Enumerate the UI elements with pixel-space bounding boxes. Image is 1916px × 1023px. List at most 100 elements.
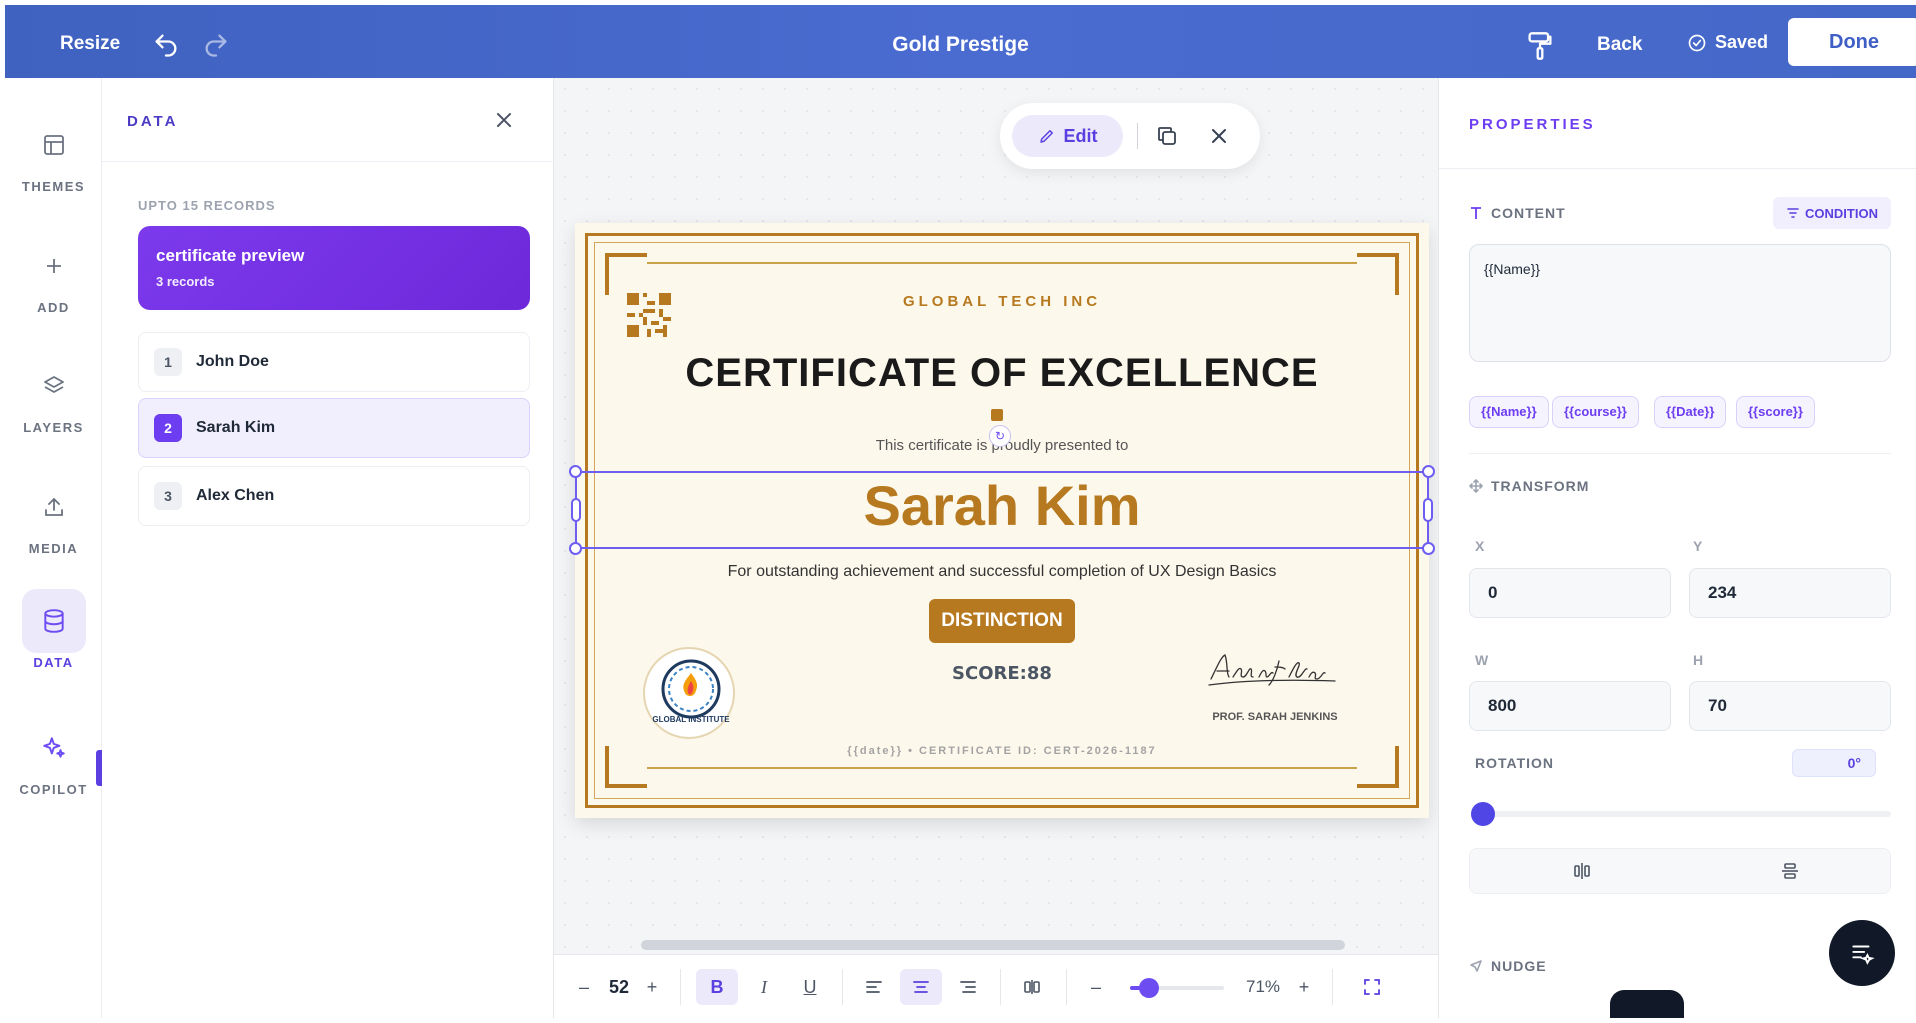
resize-handle[interactable] xyxy=(1422,465,1435,478)
height-input[interactable]: 70 xyxy=(1689,681,1891,731)
record-index: 1 xyxy=(154,348,182,376)
close-icon[interactable] xyxy=(1207,124,1231,148)
seal-text: GLOBAL INSTITUTE xyxy=(652,715,730,724)
distribute-icon[interactable] xyxy=(1012,969,1052,1005)
y-input[interactable]: 234 xyxy=(1689,568,1891,618)
certificate[interactable]: GLOBAL TECH INC CERTIFICATE OF EXCELLENC… xyxy=(569,223,1435,818)
upload-icon xyxy=(22,475,86,539)
align-vertical-center-icon[interactable] xyxy=(1780,861,1800,881)
zoom-slider-thumb[interactable] xyxy=(1138,978,1159,998)
align-horizontal-center-icon[interactable] xyxy=(1572,861,1592,881)
institute-seal[interactable]: GLOBAL INSTITUTE xyxy=(643,647,735,739)
horizontal-scrollbar[interactable] xyxy=(641,940,1345,950)
toolbar-divider xyxy=(1066,969,1067,1005)
resize-handle[interactable] xyxy=(569,465,582,478)
nudge-label: NUDGE xyxy=(1491,958,1547,974)
zoom-slider[interactable] xyxy=(1130,978,1224,998)
list-settings-icon xyxy=(1849,940,1875,966)
variable-chip[interactable]: {{course}} xyxy=(1552,396,1639,428)
distinction-badge[interactable]: DISTINCTION xyxy=(929,599,1075,643)
rotation-input[interactable]: 0° xyxy=(1792,749,1876,777)
move-icon xyxy=(1469,479,1483,493)
floating-toolbar: Edit xyxy=(1000,103,1260,169)
resize-handle[interactable] xyxy=(571,498,581,522)
zoom-out-button[interactable]: – xyxy=(1084,969,1108,1005)
condition-label: CONDITION xyxy=(1805,205,1878,221)
record-row[interactable]: 3 Alex Chen xyxy=(138,466,530,526)
rotate-handle-icon[interactable]: ↻ xyxy=(989,425,1011,447)
rail-item-themes[interactable]: THEMES xyxy=(5,113,102,194)
align-left-icon[interactable] xyxy=(854,969,894,1005)
edit-label: Edit xyxy=(1063,125,1098,146)
resize-handle[interactable] xyxy=(1422,542,1435,555)
achievement-text[interactable]: For outstanding achievement and successf… xyxy=(575,563,1429,581)
bold-button[interactable]: B xyxy=(696,969,738,1005)
saved-status: Saved xyxy=(1687,32,1768,53)
toolbar-divider xyxy=(1000,969,1001,1005)
rail-item-layers[interactable]: LAYERS xyxy=(5,354,102,435)
record-index: 2 xyxy=(154,414,182,442)
decrease-font-size-button[interactable]: – xyxy=(572,969,596,1005)
italic-button[interactable]: I xyxy=(744,969,784,1005)
certificate-footer[interactable]: {{date}} • CERTIFICATE ID: CERT-2026-118… xyxy=(575,745,1429,757)
back-button[interactable]: Back xyxy=(1597,34,1642,56)
rotation-slider-thumb[interactable] xyxy=(1471,802,1495,826)
width-input[interactable]: 800 xyxy=(1469,681,1671,731)
record-row[interactable]: 1 John Doe xyxy=(138,332,530,392)
format-painter-icon[interactable] xyxy=(1526,31,1554,61)
rail-item-copilot[interactable]: COPILOT xyxy=(5,716,102,797)
zoom-level: 71% xyxy=(1245,977,1281,996)
rail-item-add[interactable]: ADD xyxy=(5,234,102,315)
variable-chip[interactable]: {{score}} xyxy=(1736,396,1815,428)
increase-font-size-button[interactable]: + xyxy=(640,969,664,1005)
quick-actions-button[interactable] xyxy=(1829,920,1895,986)
content-textarea[interactable]: {{Name}} xyxy=(1469,244,1891,362)
condition-button[interactable]: CONDITION xyxy=(1773,197,1891,229)
signer-name[interactable]: PROF. SARAH JENKINS xyxy=(1195,711,1355,723)
top-bar: Resize Gold Prestige Back Saved Done xyxy=(5,5,1916,78)
edit-button[interactable]: Edit xyxy=(1012,115,1123,157)
left-rail: THEMES ADD LAYERS MEDIA DATA COPILOT xyxy=(5,78,102,1018)
selection-box[interactable] xyxy=(569,465,1435,555)
done-button[interactable]: Done xyxy=(1788,18,1916,66)
rail-item-media[interactable]: MEDIA xyxy=(5,475,102,556)
align-right-icon[interactable] xyxy=(948,969,988,1005)
fullscreen-icon[interactable] xyxy=(1354,969,1390,1005)
design-canvas[interactable]: Edit GLOBAL TECH INC CERTIFICATE OF EXCE… xyxy=(554,78,1438,954)
align-center-icon[interactable] xyxy=(900,969,942,1005)
organization-name[interactable]: GLOBAL TECH INC xyxy=(575,293,1429,310)
zoom-in-button[interactable]: + xyxy=(1292,969,1316,1005)
toolbar-divider xyxy=(1137,123,1138,149)
text-icon xyxy=(1469,206,1483,220)
underline-button[interactable]: U xyxy=(790,969,830,1005)
rotation-slider[interactable] xyxy=(1471,802,1891,826)
certificate-title[interactable]: CERTIFICATE OF EXCELLENCE xyxy=(575,351,1429,396)
sparkle-icon xyxy=(22,716,86,780)
x-label: X xyxy=(1475,538,1486,554)
variable-chip[interactable]: {{Date}} xyxy=(1654,396,1727,428)
dataset-card[interactable]: certificate preview 3 records xyxy=(138,226,530,310)
anchor-handle[interactable] xyxy=(991,409,1003,421)
y-label: Y xyxy=(1693,538,1704,554)
rail-label: DATA xyxy=(33,655,74,670)
resize-handle[interactable] xyxy=(569,542,582,555)
toolbar-divider xyxy=(1332,969,1333,1005)
properties-panel: PROPERTIES CONTENT CONDITION {{Name}} {{… xyxy=(1438,78,1916,1018)
bottom-tab[interactable] xyxy=(1610,990,1684,1018)
resize-handle[interactable] xyxy=(1423,498,1433,522)
score-text[interactable]: SCORE:88 xyxy=(945,663,1059,684)
rail-label: MEDIA xyxy=(28,541,79,556)
variable-chip[interactable]: {{Name}} xyxy=(1469,396,1549,428)
close-icon[interactable] xyxy=(492,108,516,132)
record-row-selected[interactable]: 2 Sarah Kim xyxy=(138,398,530,458)
x-input[interactable]: 0 xyxy=(1469,568,1671,618)
font-size-value[interactable]: 52 xyxy=(602,969,636,1005)
rail-item-data[interactable]: DATA xyxy=(5,589,102,670)
duplicate-icon[interactable] xyxy=(1155,124,1179,148)
divider xyxy=(1439,168,1916,169)
nudge-icon xyxy=(1469,959,1483,973)
signature[interactable] xyxy=(1203,643,1343,693)
layout-icon xyxy=(22,113,86,177)
record-name: John Doe xyxy=(196,353,269,370)
w-label: W xyxy=(1475,652,1490,668)
